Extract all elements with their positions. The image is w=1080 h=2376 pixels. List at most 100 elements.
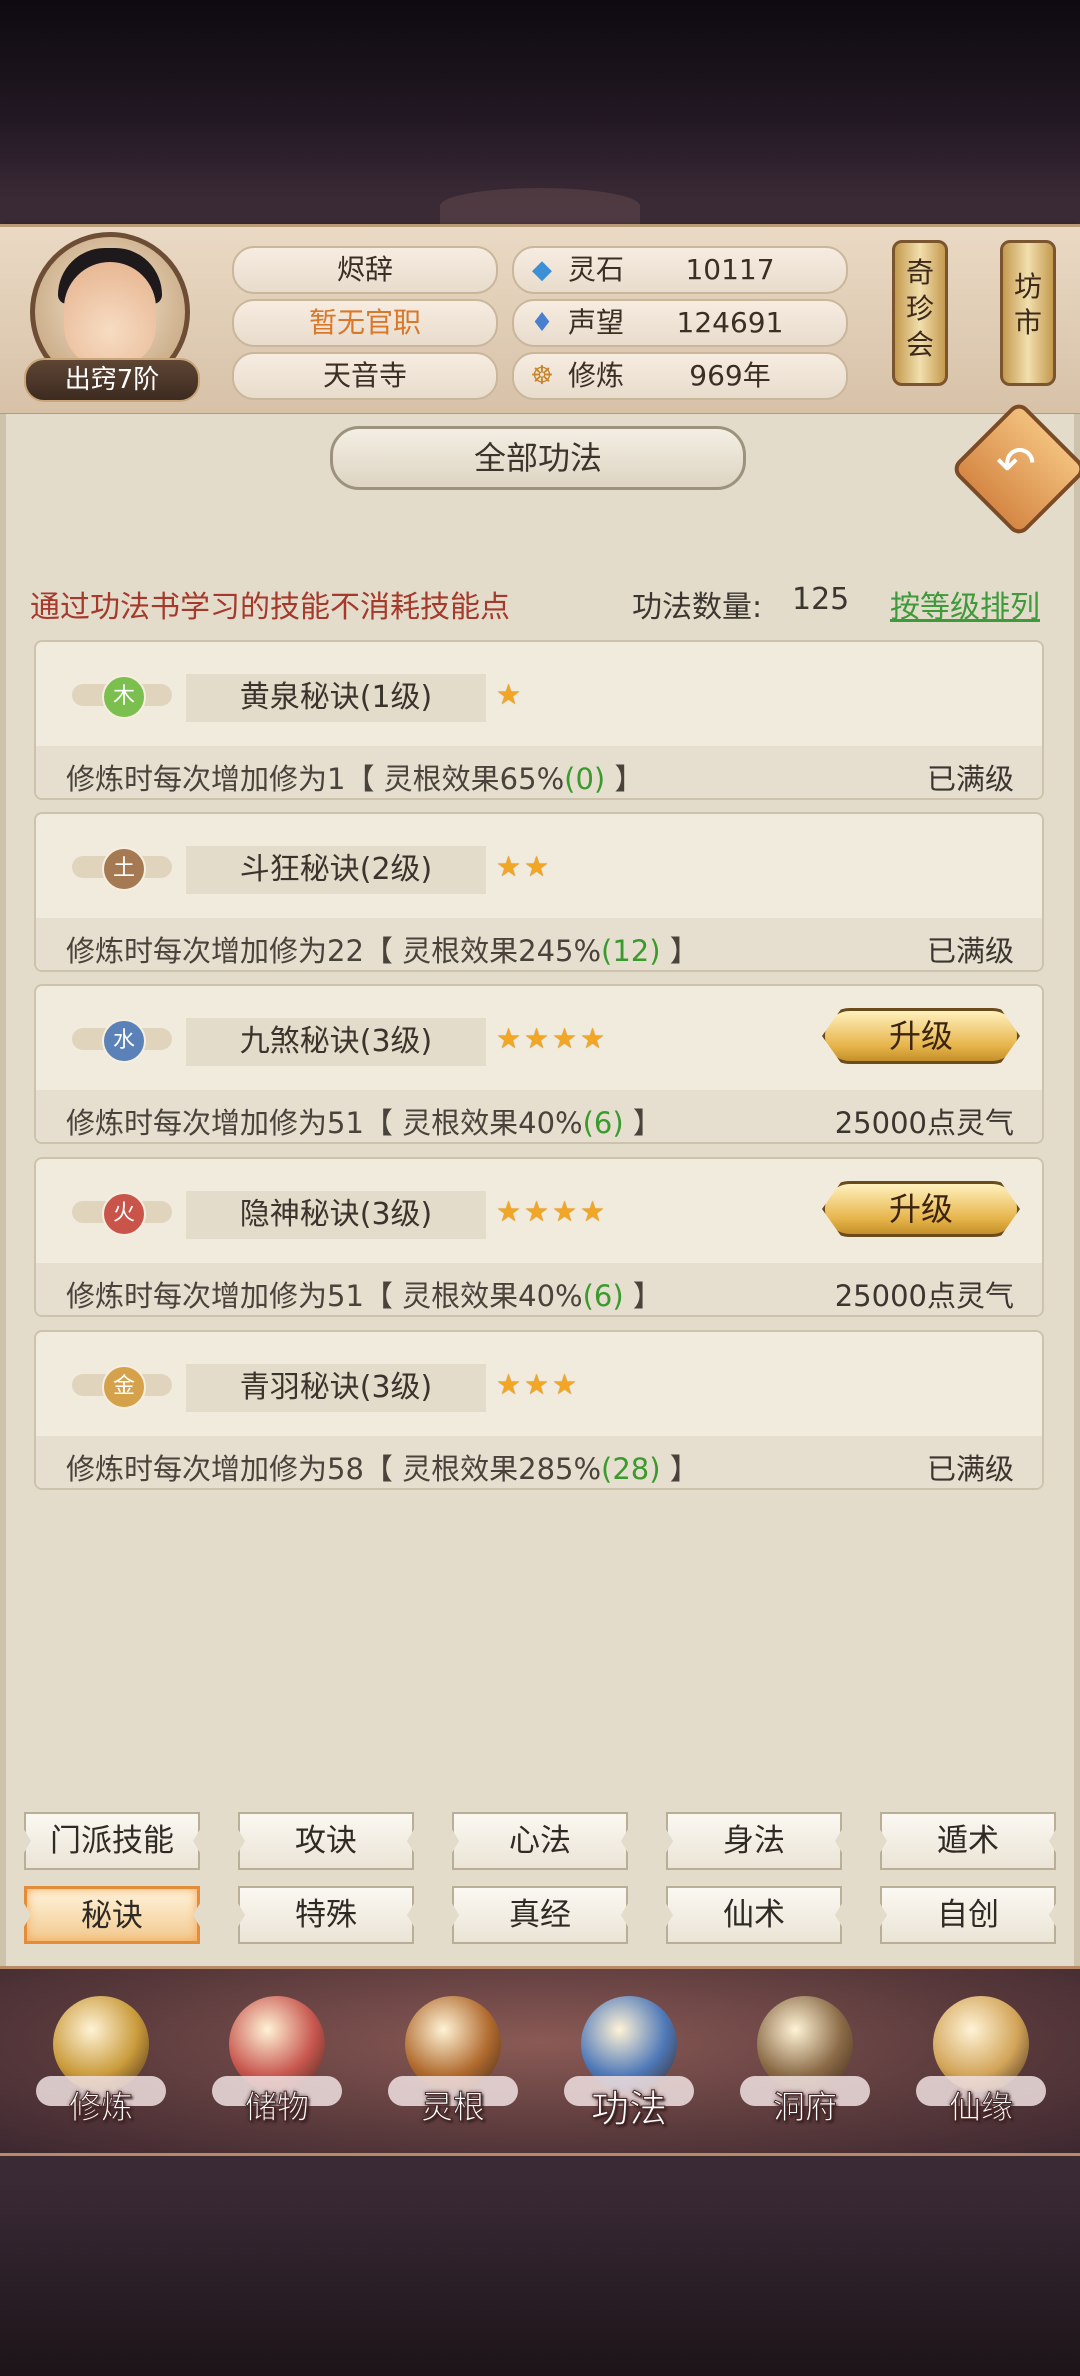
element-emblem: 水 [72, 1002, 172, 1076]
nav-item[interactable]: 修炼 [26, 1990, 176, 2140]
resource-cultivation: ☸ 修炼 969年 [512, 352, 848, 400]
star-icon: ★ [524, 850, 550, 883]
nav-label: 修炼 [68, 2088, 133, 2127]
category-tab[interactable]: 门派技能 [24, 1812, 200, 1870]
star-icon: ★ [580, 1195, 606, 1228]
desc-bonus: (6) [582, 1279, 624, 1313]
skill-card[interactable]: 水九煞秘诀(3级) ★ ★ ★ ★ 修炼时每次增加修为51【 灵根效果40%(6) 】 25… [34, 984, 1044, 1144]
skill-count-label: 功法数量: [632, 590, 763, 625]
skill-name: 黄泉秘诀(1级) [186, 674, 486, 722]
category-tab[interactable]: 仙术 [666, 1886, 842, 1944]
resource-label: 灵石 [568, 253, 625, 286]
skill-name: 青羽秘诀(3级) [186, 1364, 486, 1412]
category-tab[interactable]: 遁术 [880, 1812, 1056, 1870]
star-icon: ★ [580, 1022, 606, 1055]
skill-name: 隐神秘诀(3级) [186, 1191, 486, 1239]
star-icon: ★ [496, 678, 522, 711]
skill-stars: ★ [496, 678, 524, 712]
resource-spirit-stone: ◆ 灵石 10117 [512, 246, 848, 294]
category-tab[interactable]: 身法 [666, 1812, 842, 1870]
skill-stars: ★ ★ ★ [496, 1368, 580, 1402]
skill-status: 已满级 [926, 1452, 1014, 1486]
skill-description: 修炼时每次增加修为51【 灵根效果40%(6) 】 [66, 1273, 662, 1315]
nav-item[interactable]: 功法 [554, 1990, 704, 2140]
resource-label: 修炼 [568, 359, 625, 392]
element-icon: 木 [102, 675, 146, 719]
desc-bonus: (6) [582, 1106, 624, 1140]
skill-status: 25000点灵气 [834, 1106, 1014, 1140]
star-icon: ★ [496, 1022, 522, 1055]
nav-label: 功法 [590, 2087, 667, 2132]
nav-item[interactable]: 洞府 [730, 1990, 880, 2140]
category-tab[interactable]: 真经 [452, 1886, 628, 1944]
nav-item[interactable]: 仙缘 [906, 1990, 1056, 2140]
desc-end: 】 [623, 1106, 662, 1140]
element-emblem: 金 [72, 1348, 172, 1422]
category-tab[interactable]: 秘诀 [24, 1886, 200, 1944]
skill-card[interactable]: 金青羽秘诀(3级) ★ ★ ★ 修炼时每次增加修为58【 灵根效果285%(28) 】 已… [34, 1330, 1044, 1490]
upgrade-button[interactable]: 升级 [822, 1181, 1020, 1237]
category-tab[interactable]: 攻诀 [238, 1812, 414, 1870]
skill-status: 25000点灵气 [834, 1279, 1014, 1313]
star-icon: ★ [496, 1195, 522, 1228]
skill-description: 修炼时每次增加修为51【 灵根效果40%(6) 】 [66, 1100, 662, 1142]
spirit-stone-icon: ◆ [532, 255, 552, 285]
desc-main: 修炼时每次增加修为1【 灵根效果65% [66, 762, 565, 796]
skill-description: 修炼时每次增加修为22【 灵根效果245%(12) 】 [66, 928, 699, 970]
star-icon: ★ [524, 1195, 550, 1228]
reputation-icon: ♦ [530, 308, 554, 338]
desc-end: 】 [605, 762, 644, 796]
skill-description: 修炼时每次增加修为1【 灵根效果65%(0) 】 [66, 756, 643, 798]
element-emblem: 火 [72, 1175, 172, 1249]
element-emblem: 土 [72, 830, 172, 904]
desc-main: 修炼时每次增加修为58【 灵根效果285% [66, 1452, 602, 1486]
star-icon: ★ [496, 850, 522, 883]
skill-card[interactable]: 土斗狂秘诀(2级) ★ ★ 修炼时每次增加修为22【 灵根效果245%(12) 】 已满… [34, 812, 1044, 972]
player-sect: 天音寺 [232, 352, 498, 400]
avatar-face [64, 262, 156, 368]
treasure-pavilion-button[interactable]: 奇 珍 会 [892, 240, 948, 386]
nav-item[interactable]: 储物 [202, 1990, 352, 2140]
category-tab[interactable]: 心法 [452, 1812, 628, 1870]
nav-label: 灵根 [420, 2088, 485, 2127]
skill-count-value: 125 [792, 582, 850, 617]
element-emblem: 木 [72, 658, 172, 732]
resource-value: 969年 [689, 359, 771, 392]
nav-label: 洞府 [772, 2088, 837, 2127]
back-arrow-icon: ↶ [995, 436, 1037, 492]
market-button[interactable]: 坊 市 [1000, 240, 1056, 386]
sort-by-level-link[interactable]: 按等级排列 [890, 582, 1040, 626]
element-icon: 土 [102, 847, 146, 891]
official-post: 暂无官职 [232, 299, 498, 347]
desc-end: 】 [660, 1452, 699, 1486]
desc-main: 修炼时每次增加修为51【 灵根效果40% [66, 1106, 583, 1140]
desc-main: 修炼时每次增加修为22【 灵根效果245% [66, 934, 602, 968]
skill-description: 修炼时每次增加修为58【 灵根效果285%(28) 】 [66, 1446, 699, 1488]
category-tab[interactable]: 特殊 [238, 1886, 414, 1944]
skill-note: 通过功法书学习的技能不消耗技能点 [30, 590, 510, 625]
skill-card[interactable]: 火隐神秘诀(3级) ★ ★ ★ ★ 修炼时每次增加修为51【 灵根效果40%(6) 】 25… [34, 1157, 1044, 1317]
star-icon: ★ [524, 1368, 550, 1401]
star-icon: ★ [552, 1195, 578, 1228]
nav-label: 储物 [244, 2088, 309, 2127]
category-tab[interactable]: 自创 [880, 1886, 1056, 1944]
skill-name: 九煞秘诀(3级) [186, 1018, 486, 1066]
element-icon: 火 [102, 1192, 146, 1236]
realm-badge: 出窍7阶 [24, 358, 200, 402]
desc-main: 修炼时每次增加修为51【 灵根效果40% [66, 1279, 583, 1313]
skill-stars: ★ ★ [496, 850, 552, 884]
nav-label: 仙缘 [948, 2088, 1013, 2127]
skill-stars: ★ ★ ★ ★ [496, 1022, 608, 1056]
desc-bonus: (12) [601, 934, 661, 968]
desc-end: 】 [623, 1279, 662, 1313]
star-icon: ★ [524, 1022, 550, 1055]
header-ornament [440, 188, 640, 224]
player-name: 烬辞 [232, 246, 498, 294]
resource-label: 声望 [568, 306, 625, 339]
nav-item[interactable]: 灵根 [378, 1990, 528, 2140]
skill-card[interactable]: 木黄泉秘诀(1级) ★ 修炼时每次增加修为1【 灵根效果65%(0) 】 已满级 [34, 640, 1044, 800]
skill-status: 已满级 [926, 762, 1014, 796]
upgrade-button[interactable]: 升级 [822, 1008, 1020, 1064]
skill-name: 斗狂秘诀(2级) [186, 846, 486, 894]
resource-value: 10117 [685, 253, 775, 286]
